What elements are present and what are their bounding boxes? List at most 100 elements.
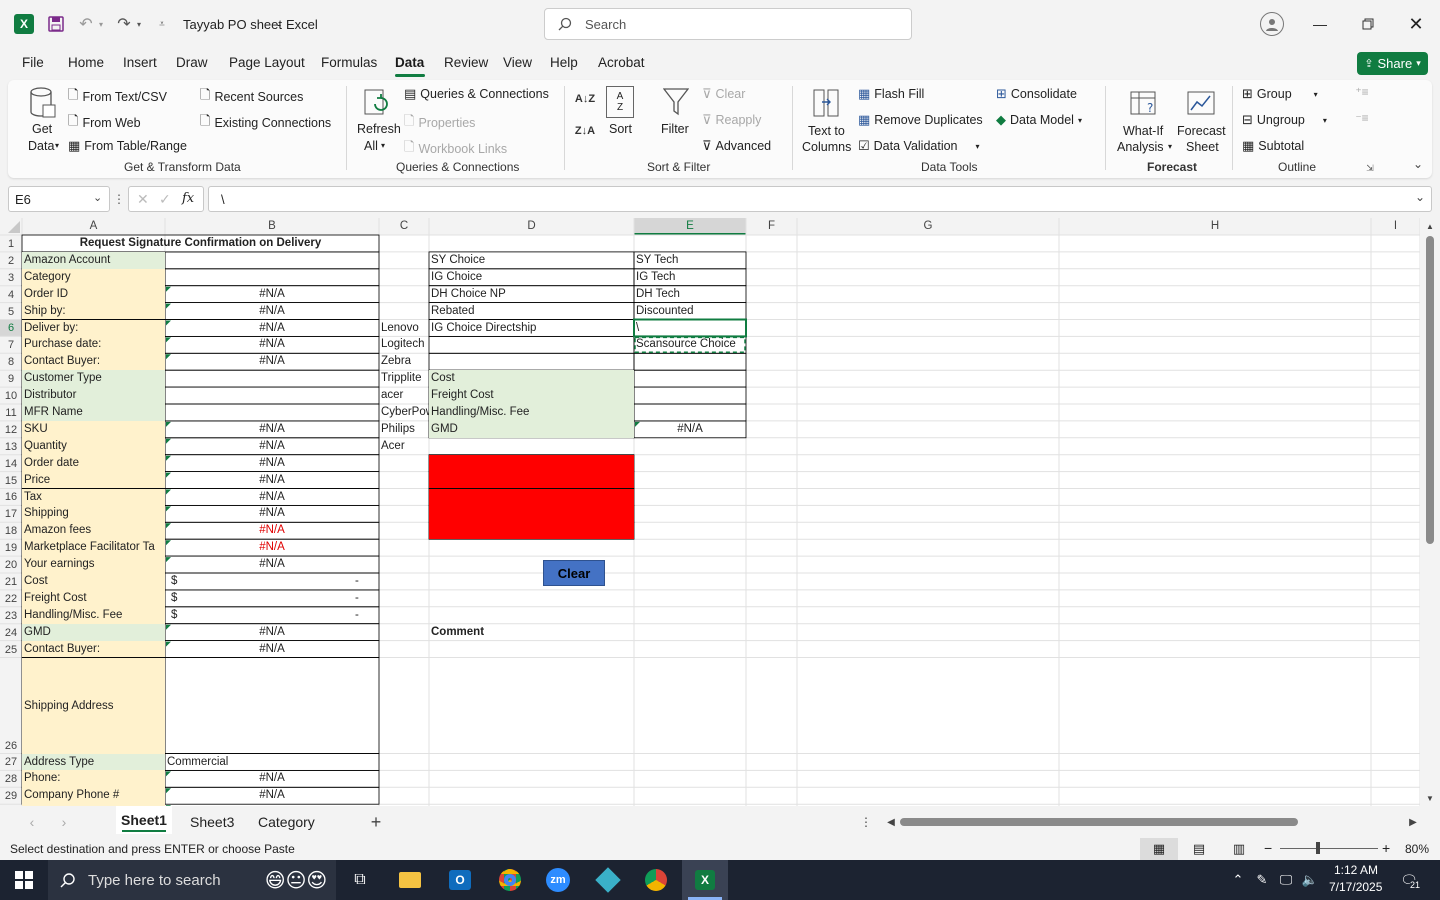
c-cell[interactable]: acer: [379, 387, 429, 404]
label-cell[interactable]: Deliver by:: [22, 319, 165, 337]
tab-view[interactable]: View: [503, 48, 532, 78]
value-cell[interactable]: #N/A: [165, 455, 379, 472]
horizontal-scroll-thumb[interactable]: [900, 818, 1298, 826]
label-cell[interactable]: Freight Cost: [22, 589, 165, 607]
e-cell[interactable]: Discounted: [634, 303, 746, 320]
get-data-button[interactable]: Get Data ▾: [22, 84, 62, 154]
value-cell[interactable]: [165, 607, 379, 624]
dollar-sign[interactable]: $: [169, 607, 189, 624]
cancel-entry-icon[interactable]: ✕: [137, 191, 149, 208]
tab-split-handle-icon[interactable]: ⋮: [860, 814, 872, 830]
chrome-profile-icon[interactable]: [632, 860, 680, 900]
value-cell[interactable]: #N/A: [165, 336, 379, 353]
c-cell[interactable]: Logitech: [379, 336, 429, 353]
value-cell[interactable]: #N/A: [165, 286, 379, 303]
zoom-slider[interactable]: [1280, 848, 1378, 849]
label-cell[interactable]: Marketplace Facilitator Ta: [22, 539, 165, 557]
insert-function-icon[interactable]: fx: [182, 191, 194, 206]
row-header-5[interactable]: 5: [0, 306, 22, 318]
value-cell[interactable]: #N/A: [165, 641, 379, 658]
row-header-14[interactable]: 14: [0, 458, 22, 470]
app-diamond-icon[interactable]: [584, 860, 632, 900]
column-header-G[interactable]: G: [797, 220, 1059, 232]
name-box[interactable]: E6 ⌄: [8, 186, 110, 212]
column-header-A[interactable]: A: [22, 220, 165, 232]
d-cell[interactable]: SY Choice: [429, 252, 634, 269]
tab-acrobat[interactable]: Acrobat: [598, 48, 645, 78]
tab-insert[interactable]: Insert: [123, 48, 157, 78]
clear-filter-button[interactable]: ⊽ Clear: [702, 86, 745, 102]
value-cell[interactable]: [165, 658, 379, 754]
label-cell[interactable]: Order date: [22, 454, 165, 472]
label-cell[interactable]: Your earnings: [22, 556, 165, 573]
close-icon[interactable]: ✕: [1402, 14, 1430, 34]
save-icon[interactable]: [46, 14, 66, 34]
group-dropdown-icon[interactable]: ▾: [1314, 90, 1318, 99]
label-cell[interactable]: MFR Name: [22, 404, 165, 421]
column-header-C[interactable]: C: [379, 220, 429, 232]
row-header-19[interactable]: 19: [0, 542, 22, 554]
row-header-23[interactable]: 23: [0, 610, 22, 622]
volume-icon[interactable]: 🔈: [1300, 870, 1320, 890]
dollar-sign[interactable]: $: [169, 590, 189, 607]
value-cell[interactable]: #N/A: [165, 556, 379, 573]
zoom-in-icon[interactable]: +: [1382, 840, 1390, 856]
data-model-button[interactable]: ◆ Data Model ▾: [996, 112, 1082, 128]
show-hidden-icons-icon[interactable]: ⌃: [1228, 870, 1248, 890]
column-header-I[interactable]: I: [1371, 220, 1420, 232]
row-header-20[interactable]: 20: [0, 559, 22, 571]
row-header-6[interactable]: 6: [0, 322, 22, 334]
formula-bar-options-icon[interactable]: ⋮: [113, 190, 125, 208]
scroll-down-icon[interactable]: ▼: [1424, 792, 1436, 804]
reapply-button[interactable]: ⊽ Reapply: [702, 112, 761, 128]
row-header-21[interactable]: 21: [0, 576, 22, 588]
value-cell[interactable]: #N/A: [165, 770, 379, 787]
e-cell[interactable]: SY Tech: [634, 252, 746, 269]
row-header-28[interactable]: 28: [0, 773, 22, 785]
page-layout-view-icon[interactable]: ▤: [1190, 840, 1208, 858]
zoom-out-icon[interactable]: −: [1264, 840, 1272, 856]
taskbar-search-box[interactable]: Type here to search 😄😐😍: [48, 860, 336, 900]
clear-form-button[interactable]: Clear: [543, 560, 605, 586]
dash-value[interactable]: -: [353, 590, 373, 607]
scroll-left-icon[interactable]: ◀: [884, 814, 898, 830]
sort-button[interactable]: AZ Sort: [604, 84, 636, 144]
formula-expand-icon[interactable]: ⌄: [1415, 190, 1425, 204]
workbook-links-button[interactable]: 🗋 Workbook Links: [404, 138, 507, 160]
value-cell[interactable]: #N/A: [165, 505, 379, 522]
windows-start-icon[interactable]: [0, 860, 48, 900]
c-cell[interactable]: Zebra: [379, 353, 429, 370]
tab-help[interactable]: Help: [550, 48, 578, 78]
label-cell[interactable]: Handling/Misc. Fee: [22, 606, 165, 624]
dash-value[interactable]: -: [353, 573, 373, 590]
zoom-level[interactable]: 80%: [1405, 842, 1429, 856]
queries-connections-button[interactable]: ▤ Queries & Connections: [404, 86, 549, 102]
data-validation-dropdown-icon[interactable]: ▾: [976, 142, 980, 151]
name-box-dropdown-icon[interactable]: ⌄: [93, 191, 102, 204]
taskbar-time[interactable]: 1:12 AM: [1334, 863, 1378, 877]
label-cell[interactable]: Customer Type: [22, 370, 165, 388]
red-fill-cell[interactable]: [429, 522, 634, 540]
value-cell[interactable]: #N/A: [165, 303, 379, 320]
c-cell[interactable]: Acer: [379, 438, 429, 455]
redo-dropdown-icon[interactable]: ▾: [134, 16, 144, 32]
label-cell[interactable]: Phone:: [22, 770, 165, 788]
row-header-26[interactable]: 26: [0, 740, 22, 752]
outline-settings-launcher-icon[interactable]: ⇲: [1364, 162, 1376, 174]
formula-input[interactable]: \ ⌄: [208, 186, 1432, 212]
share-button[interactable]: ⇪ Share ▾: [1357, 52, 1428, 75]
previous-sheet-icon[interactable]: ‹: [24, 814, 40, 830]
row-header-15[interactable]: 15: [0, 475, 22, 487]
tab-draw[interactable]: Draw: [176, 48, 208, 78]
tab-page-layout[interactable]: Page Layout: [229, 48, 305, 78]
red-fill-cell[interactable]: [429, 505, 634, 523]
zoom-slider-thumb[interactable]: [1316, 842, 1320, 854]
d-cell[interactable]: IG Choice Directship: [429, 320, 634, 337]
hide-detail-icon[interactable]: ⁻≡: [1352, 110, 1372, 126]
horizontal-scrollbar[interactable]: [900, 818, 1406, 826]
existing-connections-button[interactable]: 🗋 Existing Connections: [200, 112, 331, 134]
remove-duplicates-button[interactable]: ▦ Remove Duplicates: [858, 112, 983, 128]
red-fill-cell[interactable]: [429, 454, 634, 472]
from-web-button[interactable]: 🗋 From Web: [68, 112, 141, 134]
what-if-analysis-button[interactable]: ? What-If Analysis ▾: [1114, 84, 1174, 156]
